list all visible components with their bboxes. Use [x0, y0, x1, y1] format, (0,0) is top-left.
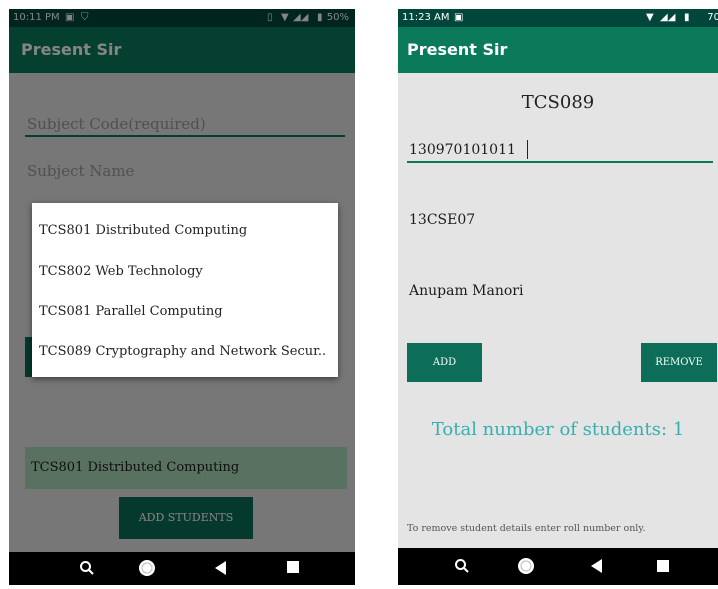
wifi-icon: ▼: [646, 12, 654, 23]
dialog-option[interactable]: TCS089 Cryptography and Network Secur..: [39, 344, 326, 359]
subject-code-heading: TCS089: [521, 92, 595, 113]
status-bar: 11:23 AM ▣ ▼ ◢◢ ▮ 70: [398, 9, 718, 27]
remove-button[interactable]: REMOVE: [641, 343, 717, 382]
dialog-option[interactable]: TCS802 Web Technology: [39, 264, 203, 279]
dialog-option[interactable]: TCS081 Parallel Computing: [39, 304, 223, 319]
recents-icon[interactable]: [286, 560, 300, 574]
phone-screen-right: 11:23 AM ▣ ▼ ◢◢ ▮ 70 Present Sir TCS089 …: [398, 9, 718, 585]
image-icon: ▣: [454, 12, 464, 23]
search-icon[interactable]: [79, 560, 95, 576]
student-name-field[interactable]: Anupam Manori: [409, 283, 523, 299]
status-time: 11:23 AM: [402, 12, 450, 23]
remove-hint-text: To remove student details enter roll num…: [407, 523, 646, 534]
battery-percent: 70: [707, 12, 718, 23]
total-students-text: Total number of students: 1: [431, 419, 685, 440]
battery-icon: ▮: [684, 12, 690, 23]
navigation-bar: [398, 548, 718, 585]
back-icon[interactable]: [590, 558, 604, 574]
recents-icon[interactable]: [656, 559, 670, 573]
app-bar: Present Sir: [398, 27, 718, 73]
phone-screen-left: 10:11 PM ▣ ⛉ ▯ ▼ ◢◢ ▮ 50% Present Sir Su…: [9, 9, 355, 585]
search-icon[interactable]: [454, 558, 470, 574]
subject-select-dialog: TCS801 Distributed Computing TCS802 Web …: [32, 203, 338, 377]
signal-icon: ◢◢: [660, 12, 676, 23]
class-field[interactable]: 13CSE07: [409, 212, 475, 228]
home-icon[interactable]: [516, 556, 536, 576]
dialog-option[interactable]: TCS801 Distributed Computing: [39, 223, 247, 238]
back-icon[interactable]: [214, 560, 228, 576]
roll-number-underline: [407, 161, 713, 163]
app-title: Present Sir: [407, 40, 508, 59]
roll-number-input[interactable]: 130970101011: [409, 142, 516, 158]
home-icon[interactable]: [137, 558, 157, 578]
text-cursor: [527, 140, 528, 159]
navigation-bar: [9, 552, 355, 585]
add-button[interactable]: ADD: [407, 343, 482, 382]
